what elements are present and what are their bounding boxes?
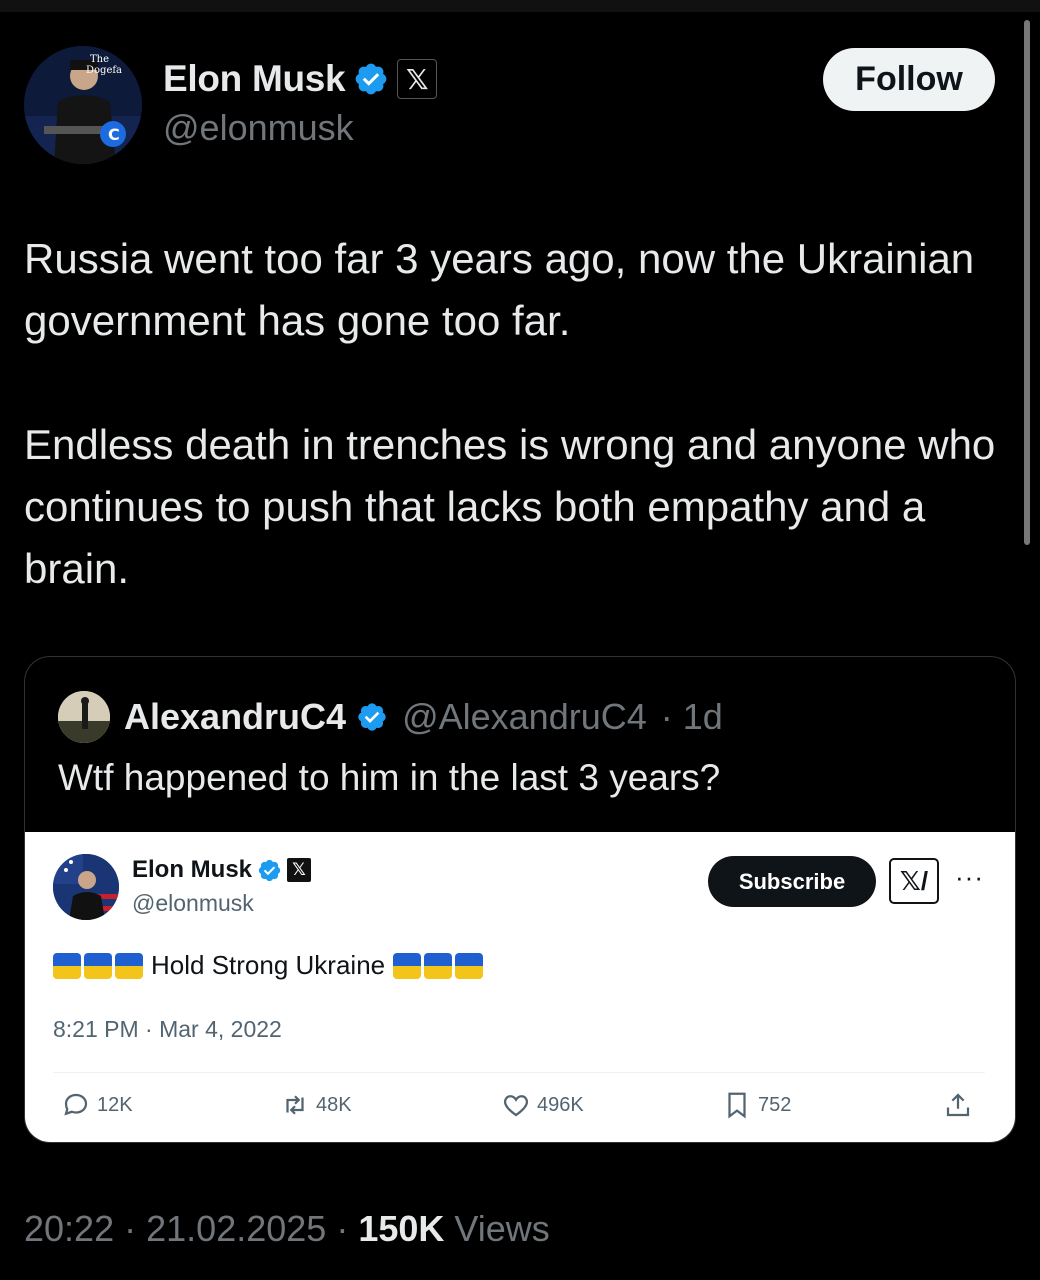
screenshot-body: Hold Strong Ukraine <box>53 950 484 981</box>
views-label: Views <box>454 1208 550 1249</box>
repost-icon <box>286 1095 304 1115</box>
share-icon <box>946 1093 970 1117</box>
scrollbar[interactable] <box>1024 20 1030 545</box>
ukraine-flag-icon <box>115 952 143 979</box>
author-name-row: Elon Musk 𝕏 <box>163 58 438 100</box>
tweet-paragraph-2: Endless death in trenches is wrong and a… <box>24 421 996 592</box>
meta-separator: · <box>336 1208 349 1249</box>
follow-button[interactable]: Follow <box>823 48 995 111</box>
heart-icon <box>503 1095 529 1117</box>
screenshot-subscribe-button: Subscribe <box>708 856 876 907</box>
screenshot-repost: 48K <box>280 1090 352 1120</box>
screenshot-author-avatar <box>53 854 119 920</box>
ukraine-flag-icon <box>455 952 484 979</box>
embedded-tweet-screenshot[interactable]: Elon Musk 𝕏 @elonmusk Subscribe 𝕏/ ··· H… <box>25 832 1015 1142</box>
quote-author-row: AlexandruC4 @AlexandruC4 · 1d <box>58 691 723 743</box>
svg-text:Dogefa: Dogefa <box>86 65 122 76</box>
quote-author-name[interactable]: AlexandruC4 <box>124 696 346 738</box>
verified-badge-icon <box>355 63 387 95</box>
x-affiliation-icon[interactable]: 𝕏 <box>397 59 438 99</box>
screenshot-divider <box>53 1072 985 1073</box>
screenshot-bookmark: 752 <box>722 1090 791 1120</box>
top-bar <box>0 0 1040 12</box>
quote-verified-badge-icon <box>358 703 386 731</box>
svg-text:The: The <box>90 54 109 65</box>
svg-text:C: C <box>108 125 120 144</box>
views-count[interactable]: 150K <box>358 1208 444 1249</box>
quoted-tweet[interactable]: AlexandruC4 @AlexandruC4 · 1d Wtf happen… <box>24 656 1016 1143</box>
screenshot-reply: 12K <box>61 1090 133 1120</box>
quote-author-handle: @AlexandruC4 <box>402 696 647 737</box>
screenshot-verified-icon <box>258 859 281 881</box>
quote-age: · 1d <box>660 696 723 737</box>
screenshot-name-row: Elon Musk 𝕏 <box>132 856 312 884</box>
repost-count: 48K <box>316 1093 352 1116</box>
ukraine-flag-icon <box>84 952 112 979</box>
author-handle[interactable]: @elonmusk <box>163 107 354 149</box>
bookmark-count: 752 <box>758 1093 792 1116</box>
screenshot-grok-icon: 𝕏/ <box>889 858 939 904</box>
tweet-meta: 20:22 · 21.02.2025 · 150K Views <box>24 1208 550 1250</box>
ukraine-flag-icon <box>393 952 422 979</box>
ukraine-flags-after <box>393 952 484 979</box>
bookmark-icon <box>728 1092 746 1119</box>
screenshot-author-name: Elon Musk <box>132 856 253 883</box>
quote-text: Wtf happened to him in the last 3 years? <box>58 757 721 798</box>
ukraine-flag-icon <box>53 952 81 979</box>
like-count: 496K <box>537 1093 584 1116</box>
author-name[interactable]: Elon Musk <box>163 58 346 100</box>
screenshot-x-affiliation-icon: 𝕏 <box>287 858 312 882</box>
screenshot-timestamp: 8:21 PM · Mar 4, 2022 <box>53 1016 282 1042</box>
screenshot-action-bar: 12K 48K 496K 752 <box>25 1090 1015 1130</box>
screenshot-share <box>943 1090 973 1120</box>
reply-icon <box>64 1093 88 1116</box>
screenshot-author-handle: @elonmusk <box>132 890 254 916</box>
screenshot-more-icon: ··· <box>955 862 984 892</box>
tweet-paragraph-1: Russia went too far 3 years ago, now the… <box>24 235 975 344</box>
quote-author-avatar[interactable] <box>58 691 110 743</box>
tweet-text: Russia went too far 3 years ago, now the… <box>24 228 1014 600</box>
meta-separator: · <box>124 1208 137 1249</box>
author-avatar[interactable]: C The Dogefa <box>24 46 142 164</box>
ukraine-flag-icon <box>424 952 453 979</box>
screenshot-body-text: Hold Strong Ukraine <box>151 950 386 980</box>
tweet-time: 20:22 <box>24 1208 115 1249</box>
ukraine-flags-before <box>53 952 143 979</box>
tweet-date: 21.02.2025 <box>146 1208 327 1249</box>
screenshot-like: 496K <box>501 1090 584 1120</box>
reply-count: 12K <box>97 1093 133 1116</box>
